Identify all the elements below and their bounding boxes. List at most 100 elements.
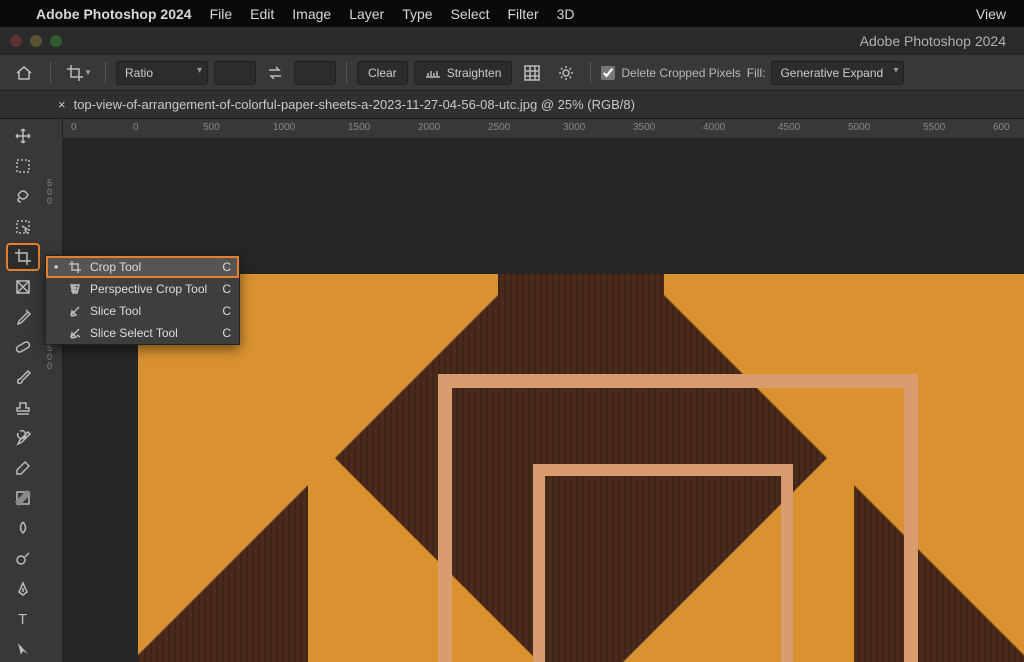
ruler-tick: 2500	[488, 122, 510, 133]
crop-tool[interactable]	[7, 244, 39, 270]
menu-filter[interactable]: Filter	[508, 6, 539, 22]
document-tab-label[interactable]: top-view-of-arrangement-of-colorful-pape…	[74, 97, 635, 112]
blur-tool[interactable]	[7, 515, 39, 541]
tools-panel: T	[0, 119, 45, 662]
document-tab-row: × top-view-of-arrangement-of-colorful-pa…	[0, 91, 1024, 119]
arrow-icon	[14, 640, 32, 658]
menu-image[interactable]: Image	[292, 6, 331, 22]
main-area: T 500 0 500 0 0 500 1000 1500 2000 2500 …	[0, 119, 1024, 662]
delete-cropped-input[interactable]	[601, 66, 615, 80]
crop-icon	[68, 260, 82, 274]
ratio-select-wrap[interactable]: Ratio	[116, 61, 208, 85]
menu-layer[interactable]: Layer	[349, 6, 384, 22]
bandaid-icon	[14, 338, 32, 356]
object-selection-tool[interactable]	[7, 214, 39, 240]
dodge-icon	[14, 549, 32, 567]
eraser-tool[interactable]	[7, 455, 39, 481]
home-icon	[14, 64, 34, 82]
history-brush-icon	[14, 429, 32, 447]
eyedropper-icon	[14, 308, 32, 326]
ruler-tick: 4000	[703, 122, 725, 133]
type-tool[interactable]: T	[7, 606, 39, 632]
svg-text:T: T	[18, 611, 27, 628]
flyout-shortcut: C	[222, 304, 231, 318]
flyout-label: Crop Tool	[90, 260, 141, 274]
ruler-tick: 500	[203, 122, 220, 133]
canvas-area: 500 0 500 0 0 500 1000 1500 2000 2500 30…	[45, 119, 1024, 662]
lasso-tool[interactable]	[7, 183, 39, 209]
path-selection-tool[interactable]	[7, 636, 39, 662]
ratio-width-input[interactable]	[214, 61, 256, 85]
straighten-icon	[425, 67, 441, 79]
frame-icon	[14, 278, 32, 296]
grid-icon	[523, 64, 541, 82]
window-titlebar: Adobe Photoshop 2024	[0, 27, 1024, 55]
close-window-button[interactable]	[10, 35, 22, 47]
flyout-item-slice-select[interactable]: Slice Select Tool C	[46, 322, 239, 344]
crop-tool-indicator[interactable]: ▾	[61, 60, 95, 86]
ruler-tick: 4500	[778, 122, 800, 133]
overlay-grid-button[interactable]	[518, 60, 546, 86]
flyout-shortcut: C	[222, 260, 231, 274]
flyout-item-crop[interactable]: • Crop Tool C	[46, 256, 239, 278]
flyout-shortcut: C	[222, 326, 231, 340]
ruler-tick: 5000	[848, 122, 870, 133]
marquee-tool[interactable]	[7, 153, 39, 179]
move-tool[interactable]	[7, 123, 39, 149]
history-brush-tool[interactable]	[7, 425, 39, 451]
clone-stamp-tool[interactable]	[7, 395, 39, 421]
swap-icon	[267, 66, 283, 80]
marquee-icon	[14, 157, 32, 175]
pen-tool[interactable]	[7, 576, 39, 602]
zoom-window-button[interactable]	[50, 35, 62, 47]
ruler-tick: 1000	[273, 122, 295, 133]
lasso-icon	[14, 187, 32, 205]
clear-label: Clear	[368, 66, 397, 80]
document-canvas[interactable]	[63, 139, 1024, 662]
options-bar: ▾ Ratio Clear Straighten Delete Cropped …	[0, 55, 1024, 91]
horizontal-ruler[interactable]: 0 0 500 1000 1500 2000 2500 3000 3500 40…	[63, 119, 1024, 139]
type-icon: T	[14, 610, 32, 628]
vertical-ruler[interactable]: 500 0 500	[45, 119, 63, 662]
menu-edit[interactable]: Edit	[250, 6, 274, 22]
slice-select-icon	[68, 326, 82, 340]
perspective-crop-icon	[68, 282, 82, 296]
crop-tool-flyout: • Crop Tool C Perspective Crop Tool C Sl…	[45, 255, 240, 345]
home-button[interactable]	[8, 59, 40, 87]
swap-dimensions-button[interactable]	[262, 61, 288, 85]
mac-menubar: Adobe Photoshop 2024 File Edit Image Lay…	[0, 0, 1024, 27]
menu-select[interactable]: Select	[451, 6, 490, 22]
crop-settings-button[interactable]	[552, 60, 580, 86]
eyedropper-tool[interactable]	[7, 304, 39, 330]
clear-button[interactable]: Clear	[357, 61, 408, 85]
ratio-height-input[interactable]	[294, 61, 336, 85]
frame-tool[interactable]	[7, 274, 39, 300]
menu-3d[interactable]: 3D	[557, 6, 575, 22]
app-name[interactable]: Adobe Photoshop 2024	[36, 6, 192, 22]
menu-file[interactable]: File	[210, 6, 233, 22]
ratio-select[interactable]: Ratio	[116, 61, 208, 85]
minimize-window-button[interactable]	[30, 35, 42, 47]
gradient-tool[interactable]	[7, 485, 39, 511]
ruler-tick: 5500	[923, 122, 945, 133]
tab-close-button[interactable]: ×	[58, 97, 66, 112]
menu-type[interactable]: Type	[402, 6, 432, 22]
straighten-button[interactable]: Straighten	[414, 61, 513, 85]
brush-tool[interactable]	[7, 364, 39, 390]
dodge-tool[interactable]	[7, 545, 39, 571]
menu-view[interactable]: View	[976, 6, 1006, 22]
ruler-tick: 2000	[418, 122, 440, 133]
gradient-icon	[14, 489, 32, 507]
fill-select[interactable]: Generative Expand	[771, 61, 904, 85]
selected-dot-icon: •	[54, 260, 60, 274]
droplet-icon	[14, 519, 32, 537]
crop-icon	[66, 64, 84, 82]
flyout-label: Slice Select Tool	[90, 326, 178, 340]
flyout-item-slice[interactable]: Slice Tool C	[46, 300, 239, 322]
flyout-item-perspective-crop[interactable]: Perspective Crop Tool C	[46, 278, 239, 300]
delete-cropped-checkbox[interactable]: Delete Cropped Pixels	[601, 66, 740, 80]
fill-select-wrap[interactable]: Generative Expand	[771, 61, 904, 85]
healing-brush-tool[interactable]	[7, 334, 39, 360]
image-content	[138, 274, 1024, 662]
ruler-tick: 3500	[633, 122, 655, 133]
